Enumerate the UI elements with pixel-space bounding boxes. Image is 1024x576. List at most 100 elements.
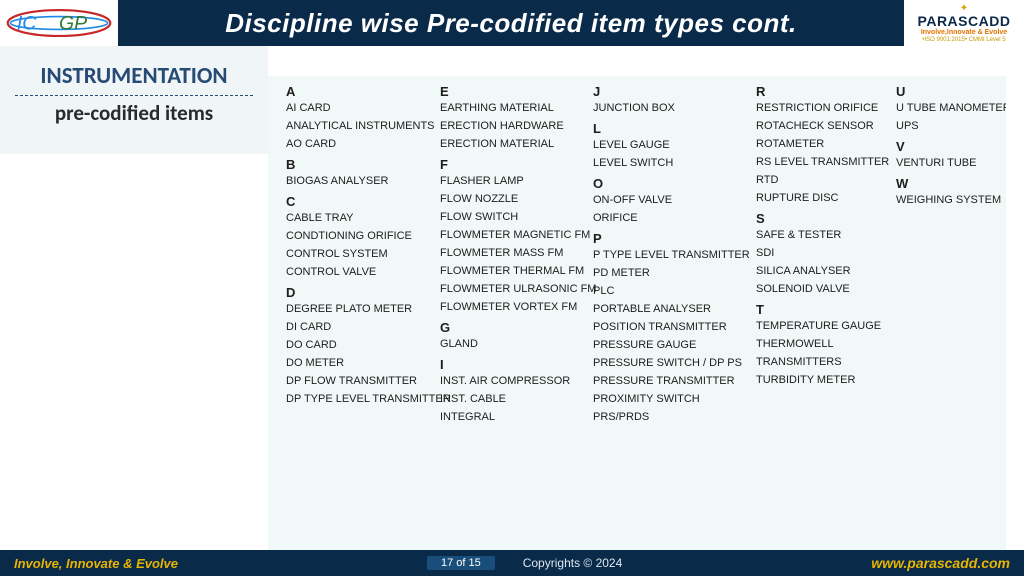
list-item: PRS/PRDS — [593, 408, 748, 426]
list-item: RTD — [756, 171, 888, 189]
brand-text: PARASCADD — [918, 14, 1011, 29]
list-item: BIOGAS ANALYSER — [286, 172, 432, 190]
letter-heading: A — [286, 84, 432, 99]
items-column: EEARTHING MATERIALERECTION HARDWAREERECT… — [440, 84, 585, 426]
main-area: INSTRUMENTATION pre-codified items AAI C… — [0, 58, 1024, 550]
letter-heading: J — [593, 84, 748, 99]
items-column: AAI CARDANALYTICAL INSTRUMENTSAO CARD BBI… — [286, 84, 432, 408]
list-item: DO METER — [286, 354, 432, 372]
list-item: GLAND — [440, 335, 585, 353]
list-item: PROXIMITY SWITCH — [593, 390, 748, 408]
discipline-name: INSTRUMENTATION — [40, 62, 227, 90]
list-item: FLASHER LAMP — [440, 172, 585, 190]
list-item: DP FLOW TRANSMITTER — [286, 372, 432, 390]
list-item: PORTABLE ANALYSER — [593, 300, 748, 318]
list-item: RS LEVEL TRANSMITTER — [756, 153, 888, 171]
letter-heading: L — [593, 121, 748, 136]
list-item: DP TYPE LEVEL TRANSMITTER — [286, 390, 432, 408]
side-label: INSTRUMENTATION pre-codified items — [0, 58, 268, 550]
list-item: CONTROL VALVE — [286, 263, 432, 281]
list-item: FLOWMETER MAGNETIC FM — [440, 226, 585, 244]
svg-text:GP: GP — [59, 12, 87, 34]
letter-heading: W — [896, 176, 1006, 191]
logo-icgp: IC GP — [0, 0, 118, 46]
list-item: P TYPE LEVEL TRANSMITTER — [593, 246, 748, 264]
slide-title: Discipline wise Pre-codified item types … — [118, 0, 904, 46]
brand-cert: •ISO 9001:2015• CMMI Level 5 — [922, 37, 1005, 44]
letter-heading: O — [593, 176, 748, 191]
list-item: CABLE TRAY — [286, 209, 432, 227]
list-item: INST. CABLE — [440, 390, 585, 408]
items-column: JJUNCTION BOXLLEVEL GAUGELEVEL SWITCHOON… — [593, 84, 748, 426]
list-item: PLC — [593, 282, 748, 300]
list-item: PRESSURE TRANSMITTER — [593, 372, 748, 390]
list-item: CONDTIONING ORIFICE — [286, 227, 432, 245]
list-item: RUPTURE DISC — [756, 189, 888, 207]
list-item: PRESSURE SWITCH / DP PS — [593, 354, 748, 372]
items-column: UU TUBE MANOMETERUPS VVENTURI TUBE WWEIGHI… — [896, 84, 1006, 209]
top-bar: IC GP Discipline wise Pre-codified item … — [0, 0, 1024, 46]
list-item: LEVEL GAUGE — [593, 136, 748, 154]
list-item: INST. AIR COMPRESSOR — [440, 372, 585, 390]
list-item: FLOWMETER VORTEX FM — [440, 298, 585, 316]
copyright: Copyrights © 2024 — [523, 556, 623, 570]
footer-slogan: Involve, Innovate & Evolve — [14, 556, 178, 571]
list-item: ORIFICE — [593, 209, 748, 227]
list-item: INTEGRAL — [440, 408, 585, 426]
svg-text:IC: IC — [17, 12, 37, 34]
letter-heading: C — [286, 194, 432, 209]
letter-heading: P — [593, 231, 748, 246]
list-item: FLOWMETER THERMAL FM — [440, 262, 585, 280]
letter-heading: E — [440, 84, 585, 99]
list-item: DEGREE PLATO METER — [286, 300, 432, 318]
list-item: ON-OFF VALVE — [593, 191, 748, 209]
list-item: UPS — [896, 117, 1006, 135]
page-indicator: 17 of 15 — [427, 556, 495, 570]
list-item: AO CARD — [286, 135, 432, 153]
star-icon: ✦ — [960, 3, 968, 14]
list-item: TEMPERATURE GAUGE — [756, 317, 888, 335]
logo-icgp-svg: IC GP — [5, 5, 113, 41]
brand-tagline: Involve,Innovate & Evolve — [921, 29, 1007, 37]
letter-heading: D — [286, 285, 432, 300]
letter-heading: U — [896, 84, 1006, 99]
list-item: EARTHING MATERIAL — [440, 99, 585, 117]
letter-heading: B — [286, 157, 432, 172]
list-item: ERECTION MATERIAL — [440, 135, 585, 153]
list-item: SOLENOID VALVE — [756, 280, 888, 298]
list-item: FLOW SWITCH — [440, 208, 585, 226]
divider — [15, 95, 253, 96]
list-item: CONTROL SYSTEM — [286, 245, 432, 263]
subheading: pre-codified items — [55, 100, 213, 126]
list-item: ERECTION HARDWARE — [440, 117, 585, 135]
list-item: PRESSURE GAUGE — [593, 336, 748, 354]
list-item: POSITION TRANSMITTER — [593, 318, 748, 336]
items-column: RRESTRICTION ORIFICEROTACHECK SENSORROTA… — [756, 84, 888, 389]
list-item: SAFE & TESTER — [756, 226, 888, 244]
letter-heading: I — [440, 357, 585, 372]
footer-url[interactable]: www.parascadd.com — [871, 555, 1010, 571]
list-item: PD METER — [593, 264, 748, 282]
letter-heading: F — [440, 157, 585, 172]
list-item: SILICA ANALYSER — [756, 262, 888, 280]
list-item: THERMOWELL — [756, 335, 888, 353]
list-item: JUNCTION BOX — [593, 99, 748, 117]
list-item: FLOW NOZZLE — [440, 190, 585, 208]
letter-heading: S — [756, 211, 888, 226]
spacer-row — [0, 46, 1024, 58]
list-item: TURBIDITY METER — [756, 371, 888, 389]
list-item: AI CARD — [286, 99, 432, 117]
logo-parascadd: ✦ PARASCADD Involve,Innovate & Evolve •I… — [904, 0, 1024, 46]
list-item: TRANSMITTERS — [756, 353, 888, 371]
letter-heading: R — [756, 84, 888, 99]
list-item: DI CARD — [286, 318, 432, 336]
list-item: VENTURI TUBE — [896, 154, 1006, 172]
list-item: WEIGHING SYSTEM — [896, 191, 1006, 209]
letter-heading: V — [896, 139, 1006, 154]
list-item: SDI — [756, 244, 888, 262]
footer-bar: Involve, Innovate & Evolve 17 of 15 Copy… — [0, 550, 1024, 576]
list-item: ANALYTICAL INSTRUMENTS — [286, 117, 432, 135]
list-item: ROTACHECK SENSOR — [756, 117, 888, 135]
list-item: U TUBE MANOMETER — [896, 99, 1006, 117]
list-item: FLOWMETER MASS FM — [440, 244, 585, 262]
